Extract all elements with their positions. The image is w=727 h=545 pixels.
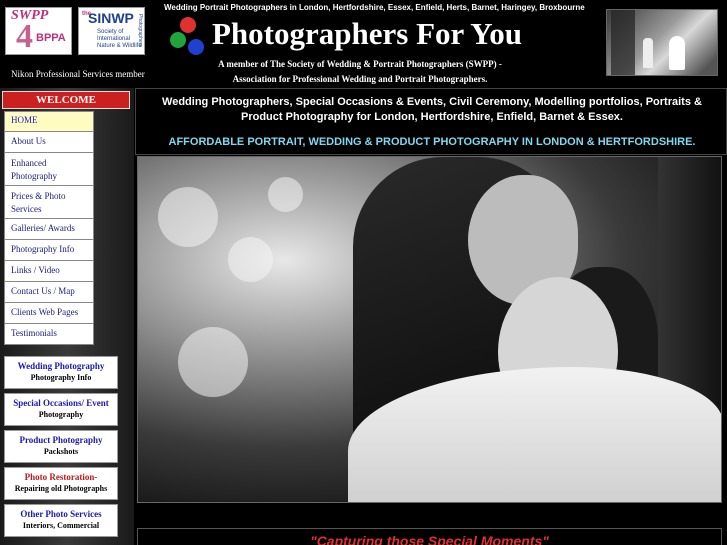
category-title: Wedding Photography xyxy=(17,361,105,371)
bppa-logo-text: BPPA xyxy=(36,32,66,44)
member-line-2: Association for Professional Wedding and… xyxy=(232,74,488,84)
nav-item-about-us[interactable]: About Us xyxy=(4,132,94,153)
affordable-banner: AFFORDABLE PORTRAIT, WEDDING & PRODUCT P… xyxy=(168,136,696,148)
header-photo-figure-2 xyxy=(669,36,685,70)
red-dot-icon xyxy=(180,17,196,33)
header-couple-photo xyxy=(606,9,718,76)
site-title: Photographers For You xyxy=(212,16,522,51)
sidebar: WELCOME HOME About Us Enhanced Photograp… xyxy=(0,88,134,545)
category-product-photography[interactable]: Product Photography Packshots xyxy=(4,430,118,463)
green-dot-icon xyxy=(170,32,186,48)
nav-item-testimonials[interactable]: Testimonials xyxy=(4,324,94,345)
intro-text: Wedding Photographers, Special Occasions… xyxy=(162,96,702,123)
nav-item-galleries-awards[interactable]: Galleries/ Awards xyxy=(4,219,94,240)
header-photo-tree xyxy=(611,10,635,75)
service-categories: Wedding Photography Photography Info Spe… xyxy=(4,356,118,541)
intro-panel: Wedding Photographers, Special Occasions… xyxy=(135,88,727,155)
sinwp-logo[interactable]: the SINWP Society of International Natur… xyxy=(78,7,145,55)
category-wedding-photography[interactable]: Wedding Photography Photography Info xyxy=(4,356,118,389)
category-subtitle: Photography Info xyxy=(30,373,92,382)
category-title: Special Occasions/ Event xyxy=(13,398,109,408)
sinwp-logo-name: SINWP xyxy=(88,10,134,26)
quote-banner: "Capturing those Special Moments" xyxy=(137,528,722,545)
nav-item-enhanced-photography[interactable]: Enhanced Photography xyxy=(4,153,94,186)
member-line-1: A member of The Society of Wedding & Por… xyxy=(218,59,502,69)
sidebar-nav: HOME About Us Enhanced Photography Price… xyxy=(4,111,94,345)
welcome-heading: WELCOME xyxy=(2,91,130,109)
category-title: Other Photo Services xyxy=(20,509,102,519)
nav-item-home[interactable]: HOME xyxy=(4,111,94,132)
nav-item-links-video[interactable]: Links / Video xyxy=(4,261,94,282)
category-subtitle: Photography xyxy=(38,410,84,419)
swpp-logo-text: SWPP xyxy=(11,8,49,23)
header-tagline: Wedding Portrait Photographers in London… xyxy=(164,3,585,12)
category-photo-restoration[interactable]: Photo Restoration- Repairing old Photogr… xyxy=(4,467,118,500)
category-subtitle: Repairing old Photographs xyxy=(14,484,108,493)
photo-bokeh xyxy=(228,237,273,282)
tagline-quote: "Capturing those Special Moments" xyxy=(310,533,549,545)
swpp-member-text: A member of The Society of Wedding & Por… xyxy=(210,57,510,87)
header-photo-figure-1 xyxy=(643,38,653,68)
nikon-member-text: Nikon Professional Services member xyxy=(11,69,145,79)
category-subtitle: Packshots xyxy=(43,447,79,456)
photo-bokeh xyxy=(268,177,303,212)
nav-item-contact-us-map[interactable]: Contact Us / Map xyxy=(4,282,94,303)
category-other-photo-services[interactable]: Other Photo Services Interiors, Commerci… xyxy=(4,504,118,537)
swpp-logo[interactable]: 4 SWPP BPPA xyxy=(5,7,72,55)
photo-bokeh xyxy=(178,327,248,397)
nav-item-prices-photo-services[interactable]: Prices & Photo Services xyxy=(4,186,94,219)
category-subtitle: Interiors, Commercial xyxy=(22,521,100,530)
nav-item-photography-info[interactable]: Photography Info xyxy=(4,240,94,261)
photo-bokeh xyxy=(158,187,218,247)
wedding-hero-photo xyxy=(137,156,722,503)
category-special-occasions[interactable]: Special Occasions/ Event Photography xyxy=(4,393,118,426)
brand-dots-icon xyxy=(170,17,210,57)
category-title: Product Photography xyxy=(19,435,103,445)
sinwp-logo-side-text: Photographers xyxy=(137,14,143,47)
category-title: Photo Restoration- xyxy=(24,472,98,482)
blue-dot-icon xyxy=(188,39,204,55)
nav-item-clients-web-pages[interactable]: Clients Web Pages xyxy=(4,303,94,324)
